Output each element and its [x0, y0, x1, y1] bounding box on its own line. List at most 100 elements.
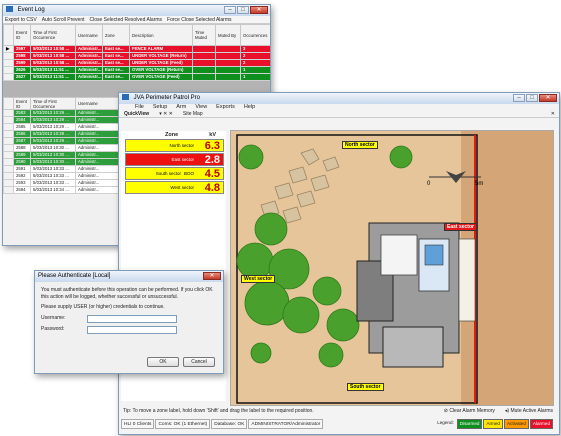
- table-cell: 5/03/2013 10:33 ...: [30, 172, 76, 180]
- row-selector[interactable]: [3, 116, 14, 124]
- zone-name: South sector: [155, 171, 181, 176]
- authenticate-dialog: Please Authenticate [Local] ✕ You must a…: [34, 270, 224, 374]
- legend-armed: Armed: [483, 419, 503, 429]
- zone-voltage: 4.5: [204, 167, 220, 180]
- menu-file[interactable]: File: [135, 104, 144, 111]
- quickview-tab[interactable]: QuickView: [124, 111, 149, 117]
- menu-exports[interactable]: Exports: [216, 104, 235, 111]
- west-sector-label[interactable]: West sector: [241, 275, 276, 283]
- minimize-button[interactable]: –: [513, 94, 525, 102]
- password-field[interactable]: [87, 325, 177, 334]
- site-map[interactable]: 0 5m North sector East sector West secto…: [230, 130, 554, 406]
- column-header[interactable]: Username: [75, 24, 103, 46]
- username-field[interactable]: [87, 314, 177, 323]
- row-selector[interactable]: [3, 144, 14, 152]
- row-selector[interactable]: [3, 151, 14, 159]
- table-cell: 5/03/2013 10:34 ...: [30, 186, 76, 194]
- table-row[interactable]: 2584 5/03/2013 10:29 ... Administr...: [3, 116, 124, 124]
- south-sector-label[interactable]: South sector: [347, 383, 384, 391]
- minimize-button[interactable]: –: [224, 6, 236, 14]
- row-selector[interactable]: [3, 66, 14, 74]
- column-header[interactable]: Time of First Occurrence: [30, 24, 76, 46]
- table-row[interactable]: 2592 5/03/2013 10:33 ... Administr...: [3, 172, 124, 180]
- close-button[interactable]: ✕: [203, 272, 221, 280]
- legend-alarmed: Alarmed: [529, 419, 553, 429]
- table-row[interactable]: 2586 5/03/2013 10:29 ... Administr...: [3, 130, 124, 138]
- zone-row-south[interactable]: South sector BOO 4.5: [125, 167, 224, 180]
- clear-alarm-memory-button[interactable]: ⊘ Clear Alarm Memory: [444, 407, 495, 416]
- zone-row-east[interactable]: East sector 2.8: [125, 153, 224, 166]
- table-cell: Administr...: [75, 158, 124, 166]
- close-button[interactable]: ✕: [250, 6, 268, 14]
- mute-alarms-label: Mute Active Alarms: [510, 408, 553, 414]
- maximize-button[interactable]: □: [237, 6, 249, 14]
- app-icon: [6, 6, 13, 13]
- menu-view[interactable]: View: [195, 104, 207, 111]
- cancel-button[interactable]: Cancel: [183, 357, 215, 367]
- sitemap-tab[interactable]: Site Map: [183, 111, 203, 117]
- row-selector[interactable]: [3, 123, 14, 131]
- row-selector[interactable]: [3, 179, 14, 187]
- table-row[interactable]: 2589 5/03/2013 10:30 ... Administr...: [3, 151, 124, 159]
- row-selector[interactable]: [3, 109, 14, 117]
- zone-name: West sector: [170, 185, 194, 190]
- force-close-button[interactable]: Force Close Selected Alarms: [167, 16, 231, 23]
- column-header[interactable]: Event ID: [13, 24, 31, 46]
- export-csv-button[interactable]: Export to CSV: [5, 16, 37, 23]
- close-pane-icon[interactable]: ✕: [551, 111, 555, 117]
- row-selector[interactable]: [3, 158, 14, 166]
- main-window: JVA Perimeter Patrol Pro – □ ✕ File Setu…: [118, 92, 560, 435]
- table-row[interactable]: 2626 5/03/2013 11:51 ... Administr... East …: [3, 66, 270, 74]
- table-cell: OVER VOLTAGE (Feed): [129, 73, 193, 81]
- auth-titlebar[interactable]: Please Authenticate [Local] ✕: [35, 271, 223, 282]
- column-header[interactable]: Description: [129, 24, 193, 46]
- table-row[interactable]: ▶ 2597 5/03/2013 10:58 ... Administr... East…: [3, 45, 270, 53]
- column-header[interactable]: Username: [75, 97, 124, 110]
- mute-alarms-button[interactable]: ◂) Mute Active Alarms: [505, 407, 553, 416]
- table-row[interactable]: 2587 5/03/2013 10:29 ... Administr...: [3, 137, 124, 145]
- auto-scroll-button[interactable]: Auto Scroll Prevent: [42, 16, 85, 23]
- row-selector[interactable]: [3, 137, 14, 145]
- zone-row-west[interactable]: West sector 4.8: [125, 181, 224, 194]
- row-selector[interactable]: [3, 59, 14, 67]
- row-selector[interactable]: [3, 73, 14, 81]
- close-resolved-button[interactable]: Close Selected Resolved Alarms: [90, 16, 163, 23]
- menu-arm[interactable]: Arm: [176, 104, 186, 111]
- table-row[interactable]: 2598 5/03/2013 10:58 ... Administr... East …: [3, 52, 270, 60]
- column-header[interactable]: Muted By: [215, 24, 241, 46]
- table-row[interactable]: 2599 5/03/2013 10:58 ... Administr... East …: [3, 59, 270, 67]
- row-selector[interactable]: [3, 172, 14, 180]
- column-header[interactable]: Occurrences: [240, 24, 270, 46]
- row-selector[interactable]: [3, 130, 14, 138]
- menu-help[interactable]: Help: [244, 104, 255, 111]
- ok-button[interactable]: OK: [147, 357, 179, 367]
- table-row[interactable]: 2588 5/03/2013 10:30 ... Administr...: [3, 144, 124, 152]
- maximize-button[interactable]: □: [526, 94, 538, 102]
- column-header[interactable]: Time of First Occurrence: [30, 97, 76, 110]
- pane-pin-controls[interactable]: ▾ ✕ ✕: [159, 111, 173, 117]
- menu-setup[interactable]: Setup: [153, 104, 167, 111]
- table-row[interactable]: 2593 5/03/2013 10:33 ... Administr...: [3, 179, 124, 187]
- event-log-titlebar[interactable]: Event Log – □ ✕: [3, 5, 270, 16]
- column-header[interactable]: Zone: [102, 24, 130, 46]
- row-selector[interactable]: [3, 52, 14, 60]
- column-header[interactable]: Time Muted: [192, 24, 216, 46]
- table-cell: Administr...: [75, 45, 103, 53]
- table-row[interactable]: 2627 5/03/2013 11:51 ... Administr... East …: [3, 73, 270, 81]
- close-button[interactable]: ✕: [539, 94, 557, 102]
- table-cell: 1: [240, 66, 270, 74]
- column-header[interactable]: Event ID: [13, 97, 31, 110]
- east-sector-label[interactable]: East sector: [444, 223, 477, 231]
- zone-row-north[interactable]: North sector 6.3: [125, 139, 224, 152]
- table-cell: UNDER VOLTAGE (Feed): [129, 59, 193, 67]
- table-row[interactable]: 2583 5/03/2013 10:29 ... Administr...: [3, 109, 124, 117]
- table-row[interactable]: 2590 5/03/2013 10:30 ... Administr...: [3, 158, 124, 166]
- row-selector[interactable]: [3, 186, 14, 194]
- row-selector[interactable]: [3, 165, 14, 173]
- table-row[interactable]: 2594 5/03/2013 10:34 ... Administr...: [3, 186, 124, 194]
- table-row[interactable]: 2585 5/03/2013 10:29 ... Administr...: [3, 123, 124, 131]
- main-titlebar[interactable]: JVA Perimeter Patrol Pro – □ ✕: [119, 93, 559, 104]
- table-row[interactable]: 2591 5/03/2013 10:33 ... Administr...: [3, 165, 124, 173]
- row-selector[interactable]: ▶: [3, 45, 14, 53]
- north-sector-label[interactable]: North sector: [342, 141, 378, 149]
